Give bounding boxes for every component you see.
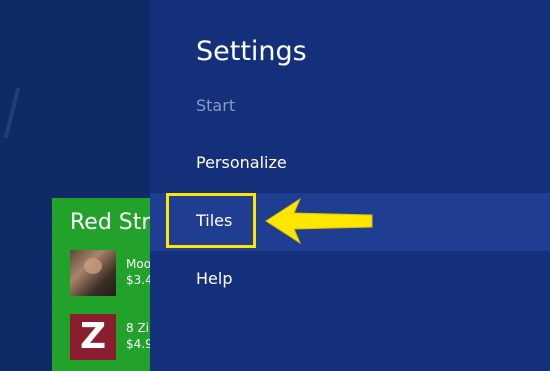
menu-item-help[interactable]: Help — [150, 251, 550, 309]
game-app-icon — [70, 250, 116, 296]
menu-item-personalize[interactable]: Personalize — [150, 135, 550, 193]
app-name: 8 Zi — [126, 321, 150, 335]
app-name: Moo — [126, 257, 150, 271]
settings-subtitle: Start — [196, 96, 236, 115]
app-price: $4.9 — [126, 337, 150, 351]
z-app-icon: Z — [70, 314, 116, 360]
tile-app-item: Z 8 Zi $4.9 — [70, 314, 150, 362]
settings-title: Settings — [196, 36, 307, 67]
tile-title: Red Stri — [70, 210, 150, 235]
menu-item-label: Help — [196, 269, 233, 288]
menu-item-label: Personalize — [196, 153, 287, 172]
highlight-box — [166, 193, 256, 248]
background-glyph-icon — [0, 88, 21, 138]
arrow-left-icon — [265, 197, 373, 245]
tile-app-item: Moo $3.4 — [70, 250, 150, 298]
app-price: $3.4 — [126, 273, 150, 287]
store-tile[interactable]: Red Stri Moo $3.4 Z 8 Zi $4.9 — [52, 198, 150, 371]
settings-panel: Settings Start Personalize Tiles Help — [150, 0, 550, 371]
